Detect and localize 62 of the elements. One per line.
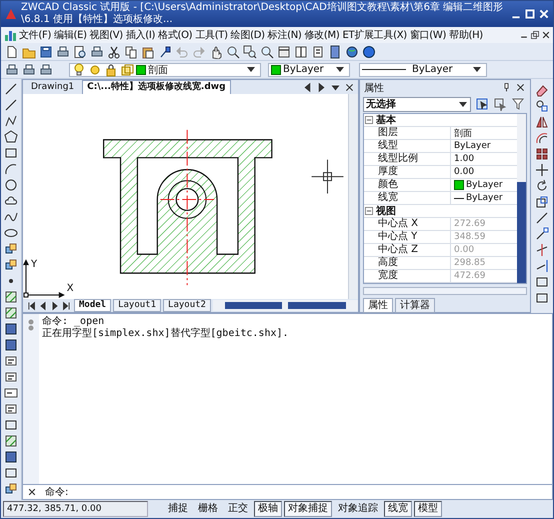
- panel-title: 属性: [364, 82, 384, 94]
- property-name: 线型比例: [364, 153, 451, 165]
- window-title: ZWCAD Classic 试用版 - [C:\Users\Administrator\Desktop\CAD培训图文教程\素材\第6章 编辑二维图形\6.8.1 使用【特性】选项板修改...: [21, 2, 504, 26]
- menu-item[interactable]: 绘图(D): [230, 28, 266, 42]
- layout-tab[interactable]: Layout1: [113, 299, 162, 312]
- menu-item[interactable]: 标注(N): [266, 28, 303, 42]
- property-name: 线宽: [364, 192, 451, 204]
- property-name: 高度: [364, 257, 451, 269]
- menu-item[interactable]: 格式(O): [157, 28, 194, 42]
- color-name: ByLayer: [283, 64, 325, 75]
- status-toggle[interactable]: 对象捕捉: [284, 501, 332, 517]
- document-tab[interactable]: Drawing1: [26, 80, 80, 94]
- property-name: 宽度: [364, 270, 451, 282]
- command-prompt: 命令:: [45, 486, 68, 499]
- property-value[interactable]: 剖面: [451, 127, 517, 139]
- status-toggle[interactable]: 极轴: [254, 501, 282, 517]
- command-history-line: 命令: _open: [42, 316, 106, 328]
- menu-item[interactable]: 插入(I): [124, 28, 156, 42]
- status-toggle[interactable]: 线宽: [384, 501, 412, 517]
- selection-dropdown[interactable]: 无选择: [363, 96, 471, 112]
- layout-tab[interactable]: Model: [74, 299, 112, 312]
- menu-item[interactable]: ET扩展工具(X): [341, 28, 408, 42]
- panel-tab[interactable]: 属性: [363, 298, 393, 313]
- panel-tab[interactable]: 计算器: [395, 298, 435, 313]
- linetype-dropdown[interactable]: ByLayer: [359, 62, 487, 76]
- group-header[interactable]: 视图: [376, 204, 396, 218]
- status-toggle[interactable]: 栅格: [194, 501, 222, 517]
- layer-dropdown[interactable]: 剖面: [69, 62, 261, 76]
- status-toggle[interactable]: 正交: [224, 501, 252, 517]
- property-value[interactable]: ByLayer: [451, 179, 517, 191]
- property-value[interactable]: ByLayer: [451, 192, 517, 204]
- status-toggle[interactable]: 捕捉: [164, 501, 192, 517]
- property-name: 中心点 Z: [364, 244, 451, 256]
- command-history-line: 正在用字型[simplex.shx]替代字型[gbeitc.shx].: [42, 328, 289, 340]
- menu-item[interactable]: 文件(F): [18, 28, 52, 42]
- menu-item[interactable]: 修改(M): [304, 28, 340, 42]
- menu-item[interactable]: 工具(T): [194, 28, 229, 42]
- linetype-name: ByLayer: [412, 64, 454, 75]
- layout-tab[interactable]: Layout2: [163, 299, 211, 312]
- property-name: 颜色: [364, 179, 451, 191]
- menu-item[interactable]: 视图(V): [88, 28, 124, 42]
- property-name: 线型: [364, 140, 451, 152]
- axis-label: X: [66, 283, 74, 294]
- property-value[interactable]: 1.00: [451, 153, 517, 165]
- property-name: 厚度: [364, 166, 451, 178]
- menu-item[interactable]: 编辑(E): [53, 28, 88, 42]
- property-name: 中心点 Y: [364, 231, 451, 243]
- menu-item[interactable]: 窗口(W): [408, 28, 448, 42]
- color-dropdown[interactable]: ByLayer: [268, 62, 350, 76]
- drawing-canvas[interactable]: Y X: [23, 94, 348, 299]
- document-tab[interactable]: C:\...特性】选项板修改线宽.dwg: [82, 80, 231, 94]
- group-header[interactable]: 基本: [376, 113, 396, 127]
- property-value[interactable]: 0.00: [451, 166, 517, 178]
- menu-item[interactable]: 帮助(H): [448, 28, 484, 42]
- status-toggle[interactable]: 模型: [414, 501, 442, 517]
- property-value[interactable]: ByLayer: [451, 140, 517, 152]
- axis-label: Y: [30, 259, 38, 270]
- property-name: 中心点 X: [364, 218, 451, 230]
- property-name: 图层: [364, 127, 451, 139]
- status-toggle[interactable]: 对象追踪: [334, 501, 382, 517]
- layer-name: 剖面: [148, 64, 169, 76]
- coordinates-readout: 477.32, 385.71, 0.00: [3, 501, 148, 517]
